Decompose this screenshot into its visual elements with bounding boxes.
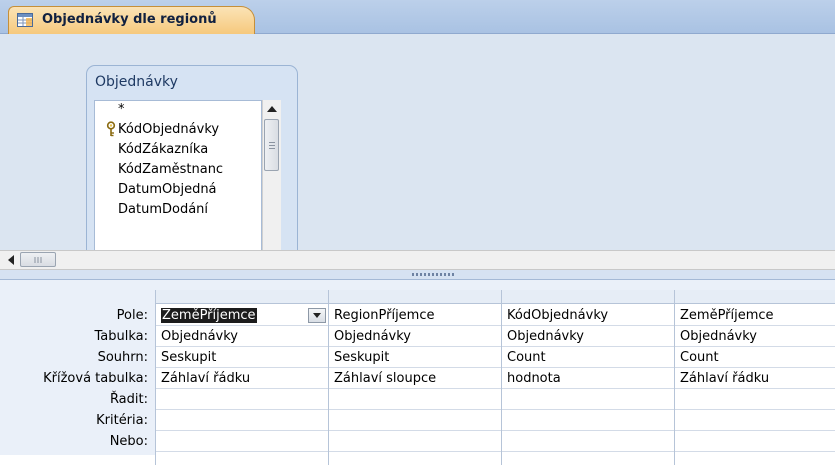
field-list-item[interactable]: DatumObjedná	[118, 180, 217, 200]
table-pane-hscrollbar[interactable]	[0, 250, 835, 270]
tabulka-cell[interactable]: Objednávky	[156, 326, 328, 347]
field-list-item[interactable]: KódZákazníka	[118, 140, 208, 160]
pole-cell[interactable]: RegionPříjemce	[329, 305, 501, 326]
column-selector[interactable]	[675, 290, 835, 304]
pole-cell[interactable]: ZeměPříjemce	[156, 305, 328, 326]
pole-cell[interactable]: KódObjednávky	[502, 305, 674, 326]
tabulka-cell[interactable]: Objednávky	[329, 326, 501, 347]
souhrn-cell[interactable]: Seskupit	[156, 347, 328, 368]
radit-cell[interactable]	[156, 389, 328, 410]
field-list-item[interactable]: DatumDodání	[118, 200, 208, 220]
souhrn-cell[interactable]: Count	[502, 347, 674, 368]
krizova-cell[interactable]: Záhlaví sloupce	[329, 368, 501, 389]
grid-column[interactable]: ZeměPříjemce Objednávky Count Záhlaví řá…	[674, 290, 835, 465]
pole-cell[interactable]: ZeměPříjemce	[675, 305, 835, 326]
krizova-cell[interactable]: hodnota	[502, 368, 674, 389]
column-selector[interactable]	[156, 290, 328, 304]
grid-column[interactable]: KódObjednávky Objednávky Count hodnota	[501, 290, 674, 465]
field-list-item[interactable]: KódObjednávky	[118, 120, 219, 140]
row-label-pole: Pole:	[116, 308, 148, 323]
grid-column[interactable]: RegionPříjemce Objednávky Seskupit Záhla…	[328, 290, 501, 465]
radit-cell[interactable]	[502, 389, 674, 410]
souhrn-cell[interactable]: Seskupit	[329, 347, 501, 368]
row-label-krizova-tabulka: Křížová tabulka:	[43, 371, 148, 386]
pole-value: ZeměPříjemce	[161, 308, 257, 323]
row-label-tabulka: Tabulka:	[94, 329, 148, 344]
query-tab[interactable]: Objednávky dle regionů	[8, 6, 255, 34]
tabulka-cell[interactable]: Objednávky	[675, 326, 835, 347]
scroll-up-icon[interactable]	[263, 100, 281, 117]
nebo-cell[interactable]	[329, 431, 501, 452]
query-tab-title: Objednávky dle regionů	[42, 12, 217, 27]
radit-cell[interactable]	[675, 389, 835, 410]
row-label-souhrn: Souhrn:	[97, 350, 148, 365]
row-label-nebo: Nebo:	[109, 434, 148, 449]
nebo-cell[interactable]	[502, 431, 674, 452]
document-tab-strip: Objednávky dle regionů	[0, 0, 835, 34]
field-list-item[interactable]: KódZaměstnanc	[118, 160, 223, 180]
nebo-cell[interactable]	[156, 431, 328, 452]
row-label-kriteria: Kritéria:	[96, 413, 148, 428]
primary-key-icon	[105, 121, 119, 137]
krizova-cell[interactable]: Záhlaví řádku	[156, 368, 328, 389]
souhrn-cell[interactable]: Count	[675, 347, 835, 368]
kriteria-cell[interactable]	[329, 410, 501, 431]
query-design-icon	[17, 13, 33, 27]
nebo-cell[interactable]	[675, 431, 835, 452]
kriteria-cell[interactable]	[156, 410, 328, 431]
kriteria-cell[interactable]	[502, 410, 674, 431]
tabulka-cell[interactable]: Objednávky	[502, 326, 674, 347]
scroll-thumb[interactable]	[264, 119, 279, 171]
table-box-title: Objednávky	[95, 74, 178, 90]
row-label-radit: Řadit:	[109, 392, 148, 407]
grid-column[interactable]: ZeměPříjemce Objednávky Seskupit Záhlaví…	[155, 290, 328, 465]
table-pane: Objednávky * KódObjednávky KódZákazníka …	[0, 34, 835, 285]
hscroll-thumb[interactable]	[20, 252, 56, 267]
pane-splitter[interactable]	[0, 270, 835, 280]
field-list-item[interactable]: *	[118, 101, 125, 120]
scroll-left-icon[interactable]	[3, 252, 19, 268]
splitter-grip[interactable]	[412, 273, 456, 276]
krizova-cell[interactable]: Záhlaví řádku	[675, 368, 835, 389]
chevron-down-icon[interactable]	[308, 308, 326, 323]
column-selector[interactable]	[329, 290, 501, 304]
kriteria-cell[interactable]	[675, 410, 835, 431]
radit-cell[interactable]	[329, 389, 501, 410]
column-selector[interactable]	[502, 290, 674, 304]
query-design-grid: Pole: Tabulka: Souhrn: Křížová tabulka: …	[0, 280, 835, 465]
